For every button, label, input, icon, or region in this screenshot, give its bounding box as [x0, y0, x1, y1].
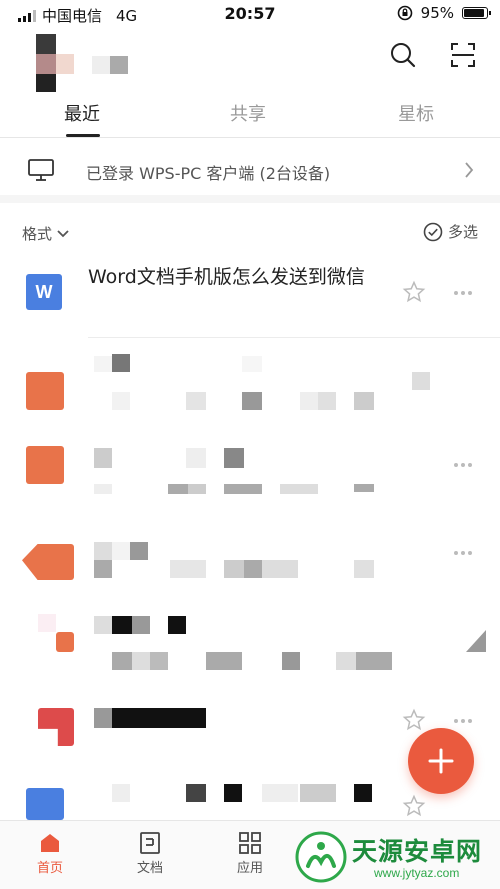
pdf-file-icon [38, 708, 74, 746]
document-icon [140, 832, 160, 854]
presentation-file-icon [26, 372, 64, 410]
more-options-button[interactable] [454, 460, 478, 470]
nav-documents-label: 文档 [136, 861, 163, 876]
logged-in-devices-row[interactable]: 已登录 WPS-PC 客户端 (2台设备) [0, 139, 500, 203]
word-file-icon [26, 788, 64, 820]
monitor-icon [28, 159, 54, 181]
rotation-lock-icon [397, 5, 412, 21]
apps-grid-icon [239, 832, 261, 854]
multi-select-button[interactable]: 多选 [423, 221, 478, 242]
nav-apps[interactable]: 应用 [220, 829, 280, 876]
chevron-right-icon [465, 162, 474, 178]
word-file-icon: W [26, 274, 62, 310]
search-button[interactable] [388, 40, 418, 70]
presentation-file-icon [56, 632, 74, 652]
nav-home[interactable]: 首页 [20, 829, 80, 876]
file-item[interactable] [0, 602, 500, 690]
more-options-button[interactable] [454, 548, 478, 558]
home-icon [41, 834, 59, 852]
app-header [0, 28, 500, 92]
format-filter-dropdown[interactable]: 格式 [22, 223, 70, 244]
new-document-button[interactable] [408, 728, 474, 794]
watermark-logo-icon [295, 831, 347, 883]
avatar[interactable] [36, 34, 76, 92]
nav-documents[interactable]: 文档 [120, 829, 180, 876]
more-options-button[interactable] [454, 288, 478, 298]
file-title: Word文档手机版怎么发送到微信 [88, 266, 365, 288]
status-bar: 中国电信 4G 20:57 95% [0, 0, 500, 28]
check-circle-icon [423, 222, 443, 241]
tab-shared[interactable]: 共享 [230, 100, 266, 126]
filter-row: 格式 多选 [0, 212, 500, 252]
tab-bar: 最近 共享 星标 [0, 96, 500, 138]
watermark-brand: 天源安卓网 [352, 838, 483, 866]
star-icon[interactable] [402, 794, 426, 818]
star-icon[interactable] [402, 708, 426, 732]
username-blur [92, 56, 132, 74]
scan-icon [451, 43, 475, 67]
battery-percent: 95% [420, 4, 454, 22]
star-icon[interactable] [402, 280, 426, 304]
star-icon [466, 630, 486, 652]
active-tab-indicator [66, 134, 100, 137]
presentation-file-icon [22, 544, 74, 580]
tab-starred[interactable]: 星标 [398, 100, 434, 126]
battery-icon [462, 7, 491, 19]
file-item[interactable] [0, 514, 500, 602]
nav-apps-label: 应用 [236, 861, 263, 876]
file-item[interactable] [0, 426, 500, 514]
presentation-file-icon [26, 446, 64, 484]
scan-button[interactable] [448, 40, 478, 70]
file-item[interactable]: W Word文档手机版怎么发送到微信 [0, 250, 500, 338]
multi-select-label: 多选 [447, 223, 478, 241]
chevron-down-icon [57, 229, 69, 237]
tab-recent[interactable]: 最近 [64, 100, 100, 126]
plus-icon [428, 748, 454, 774]
site-watermark: 天源安卓网 www.jytyaz.com [294, 830, 494, 886]
watermark-url: www.jytyaz.com [374, 866, 460, 880]
nav-home-label: 首页 [36, 861, 63, 876]
word-file-icon-letter: W [35, 281, 53, 302]
format-filter-label: 格式 [22, 225, 53, 243]
more-options-button[interactable] [454, 716, 478, 726]
file-item[interactable] [0, 338, 500, 426]
logged-in-devices-label: 已登录 WPS-PC 客户端 (2台设备) [86, 164, 331, 183]
search-icon [391, 43, 416, 68]
